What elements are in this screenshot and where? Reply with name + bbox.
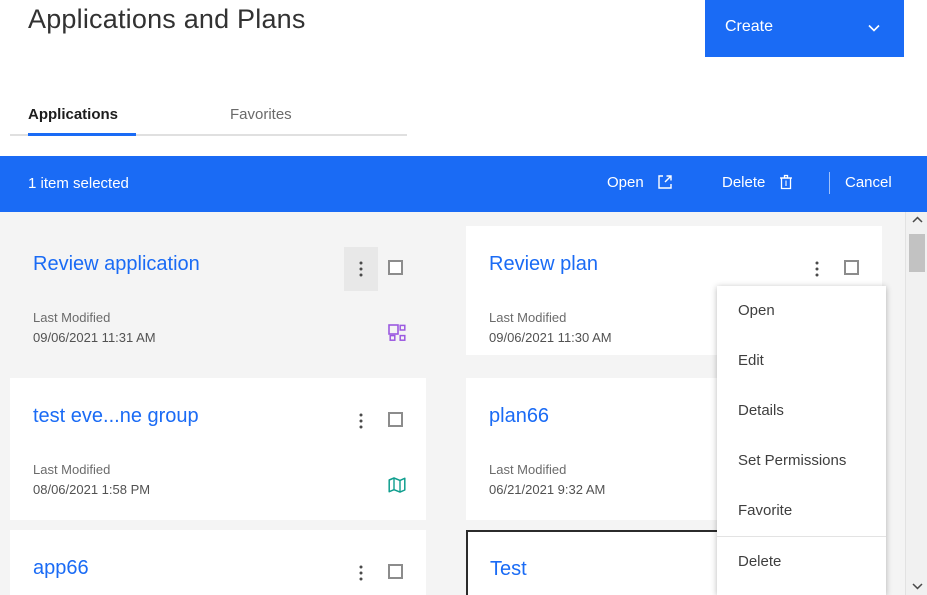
card-title[interactable]: Review application	[33, 253, 200, 276]
open-action-button[interactable]: Open	[607, 174, 673, 194]
delete-action-label: Delete	[722, 174, 766, 191]
card-menu-button[interactable]	[344, 399, 378, 443]
card-meta-date: 08/06/2021 1:58 PM	[33, 482, 151, 497]
menu-item-label: Details	[738, 402, 784, 419]
card-title[interactable]: Test	[490, 558, 527, 581]
cancel-action-label: Cancel	[845, 174, 892, 191]
menu-item-open[interactable]: Open	[717, 286, 886, 336]
selection-count-label: 1 item selected	[28, 175, 129, 192]
card-meta-date: 06/21/2021 9:32 AM	[489, 482, 606, 497]
apps-grid-icon	[388, 324, 406, 342]
chevron-up-icon	[911, 216, 923, 223]
kebab-menu-icon	[815, 261, 819, 277]
create-button-label: Create	[725, 18, 774, 35]
tab-favorites-label: Favorites	[230, 106, 292, 123]
card-checkbox[interactable]	[388, 412, 403, 427]
card-title[interactable]: app66	[33, 557, 89, 580]
card-review-application[interactable]: Review application Last Modified 09/06/2…	[10, 226, 426, 368]
delete-action-button[interactable]: Delete	[722, 174, 793, 194]
scroll-up-button[interactable]	[906, 212, 927, 229]
open-action-label: Open	[607, 174, 644, 191]
card-checkbox[interactable]	[388, 260, 403, 275]
card-checkbox[interactable]	[388, 564, 403, 579]
card-title[interactable]: test eve...ne group	[33, 405, 199, 428]
create-button[interactable]: Create	[705, 0, 904, 57]
menu-item-label: Favorite	[738, 502, 793, 519]
card-meta-label: Last Modified	[489, 462, 567, 477]
card-context-menu: Open Edit Details Set Permissions Favori…	[717, 286, 886, 595]
cancel-action-button[interactable]: Cancel	[845, 174, 892, 191]
page-title: Applications and Plans	[28, 4, 306, 34]
kebab-menu-icon	[359, 565, 363, 581]
scrollbar-thumb[interactable]	[909, 234, 925, 272]
menu-item-label: Delete	[738, 553, 782, 570]
tab-bar: Applications Favorites	[0, 96, 927, 136]
card-meta-date: 09/06/2021 11:31 AM	[33, 330, 156, 345]
menu-item-details[interactable]: Details	[717, 386, 886, 436]
trash-icon	[779, 174, 793, 194]
chevron-down-icon	[866, 20, 882, 36]
menu-item-label: Open	[738, 302, 775, 319]
tab-favorites[interactable]: Favorites	[230, 106, 292, 133]
chevron-down-icon	[911, 583, 923, 590]
tab-applications-label: Applications	[28, 106, 119, 123]
scroll-down-button[interactable]	[906, 578, 927, 595]
card-menu-button[interactable]	[344, 247, 378, 291]
card-app66[interactable]: app66	[10, 530, 426, 595]
card-meta-date: 09/06/2021 11:30 AM	[489, 330, 612, 345]
menu-item-label: Set Permissions	[738, 452, 847, 469]
page-header: Applications and Plans Create	[0, 0, 927, 95]
action-divider	[829, 172, 830, 194]
app-root: Applications and Plans Create Applicatio…	[0, 0, 927, 595]
menu-item-delete[interactable]: Delete	[717, 537, 886, 587]
card-meta-label: Last Modified	[33, 462, 111, 477]
vertical-scrollbar[interactable]	[905, 212, 927, 595]
map-icon	[388, 476, 406, 494]
menu-item-set-permissions[interactable]: Set Permissions	[717, 436, 886, 486]
selection-action-bar: 1 item selected Open Delete Cancel	[0, 156, 927, 212]
card-menu-button[interactable]	[344, 551, 378, 595]
kebab-menu-icon	[359, 413, 363, 429]
menu-item-favorite[interactable]: Favorite	[717, 486, 886, 536]
card-title[interactable]: plan66	[489, 405, 549, 428]
card-meta-label: Last Modified	[489, 310, 567, 325]
external-link-icon	[657, 174, 673, 194]
card-meta-label: Last Modified	[33, 310, 111, 325]
menu-item-label: Edit	[738, 352, 764, 369]
card-title[interactable]: Review plan	[489, 253, 598, 276]
tab-applications[interactable]: Applications	[28, 106, 136, 136]
card-test-group[interactable]: test eve...ne group Last Modified 08/06/…	[10, 378, 426, 520]
kebab-menu-icon	[359, 261, 363, 277]
card-menu-button[interactable]	[800, 247, 834, 291]
card-checkbox[interactable]	[844, 260, 859, 275]
menu-item-edit[interactable]: Edit	[717, 336, 886, 386]
